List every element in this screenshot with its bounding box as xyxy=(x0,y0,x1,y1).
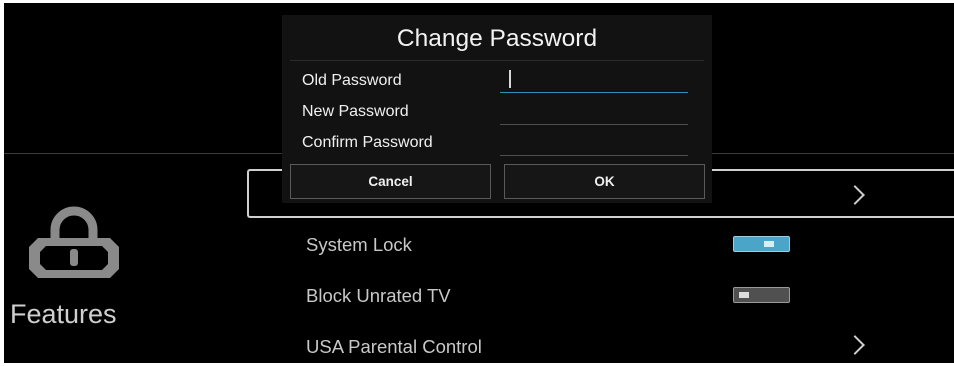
chevron-right-icon[interactable] xyxy=(845,335,865,355)
change-password-dialog: Change Password Old Password New Passwor… xyxy=(282,15,712,203)
dialog-title: Change Password xyxy=(396,25,598,52)
block-unrated-tv-toggle[interactable] xyxy=(733,287,790,303)
tv-screen: Features System Lock Block Unrated TV US… xyxy=(4,3,954,363)
old-password-label: Old Password xyxy=(302,72,402,89)
new-password-field[interactable] xyxy=(500,101,688,125)
confirm-password-label: Confirm Password xyxy=(302,134,433,151)
old-password-field[interactable] xyxy=(500,69,688,93)
cancel-button[interactable]: Cancel xyxy=(290,164,491,199)
lock-icon xyxy=(22,200,126,280)
block-unrated-tv-label: Block Unrated TV xyxy=(306,285,451,306)
ok-button[interactable]: OK xyxy=(504,164,705,199)
confirm-password-field[interactable] xyxy=(500,132,688,156)
system-lock-toggle[interactable] xyxy=(733,236,790,252)
section-title: Features xyxy=(10,299,117,329)
system-lock-label: System Lock xyxy=(306,234,412,255)
dialog-divider xyxy=(290,60,704,61)
new-password-label: New Password xyxy=(302,103,409,120)
toggle-knob xyxy=(739,292,749,298)
text-cursor xyxy=(509,70,511,88)
usa-parental-control-label[interactable]: USA Parental Control xyxy=(306,336,482,358)
toggle-knob xyxy=(764,241,774,247)
